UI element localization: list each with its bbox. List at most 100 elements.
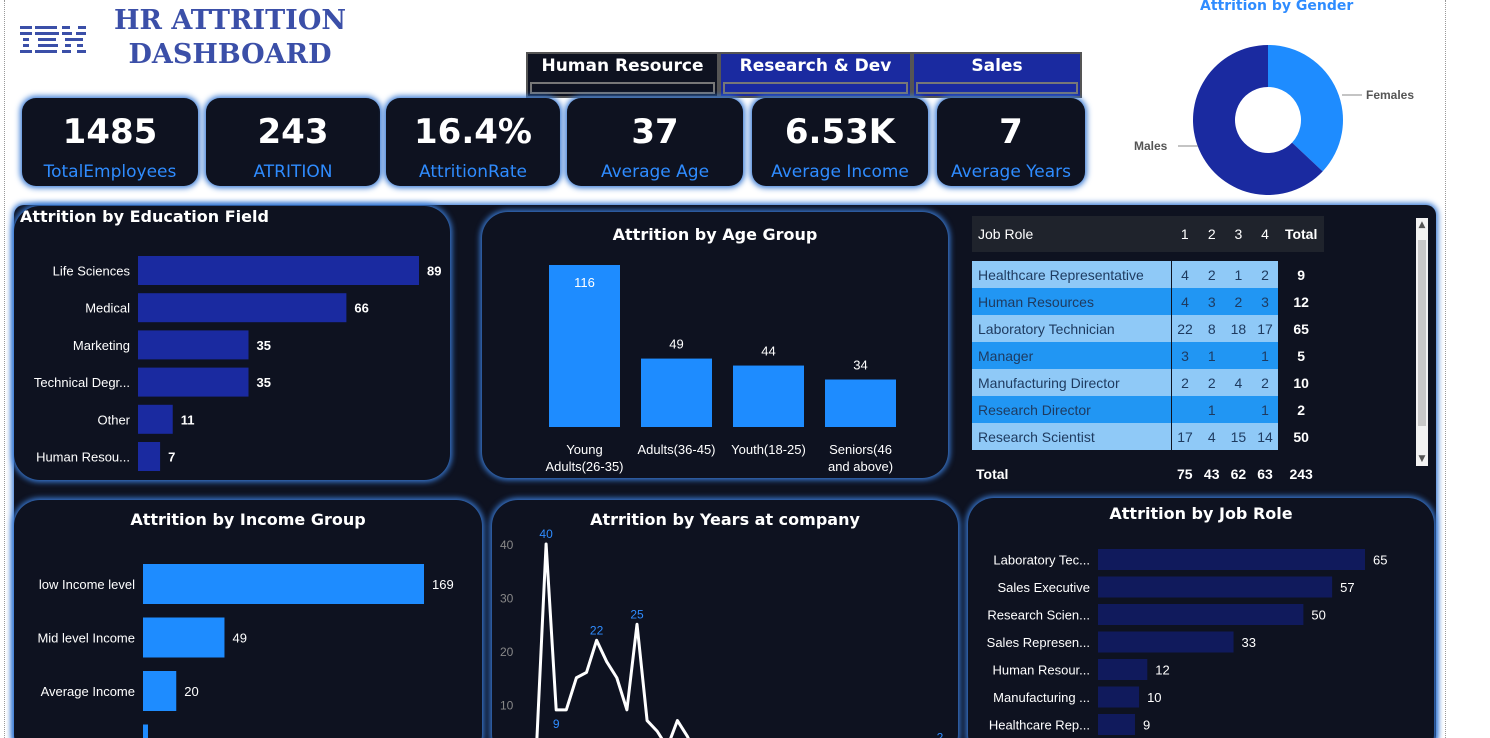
age-panel[interactable]: Attrition by Age Group 116 Young Adults(26… bbox=[482, 212, 948, 478]
years-panel[interactable]: Atrrition by Years at company 40 30 20 10 40… bbox=[492, 500, 958, 738]
matrix-cell: 17 bbox=[1171, 423, 1199, 450]
matrix-header-cell[interactable]: Total bbox=[1278, 216, 1324, 252]
matrix-table: Job Role 1 2 3 4 Total Healthcare Representat… bbox=[972, 216, 1324, 489]
data-label: 2 bbox=[937, 730, 944, 738]
matrix-cell: 1 bbox=[1198, 342, 1226, 369]
kpi-attrition[interactable]: 243 ATRITION bbox=[206, 98, 380, 186]
kpi-total-employees[interactable]: 1485 TotalEmployees bbox=[22, 98, 198, 186]
bar-category-label: Other bbox=[97, 412, 130, 427]
spacer-cell bbox=[972, 252, 1172, 261]
matrix-total-cell: 62 bbox=[1225, 459, 1252, 489]
spacer-cell bbox=[972, 450, 1172, 459]
spacer-cell bbox=[1225, 252, 1252, 261]
scroll-up-icon[interactable]: ▲ bbox=[1416, 220, 1428, 230]
matrix-scrollbar[interactable]: ▲ ▼ bbox=[1416, 218, 1428, 466]
bar-value-label: 20 bbox=[184, 684, 198, 699]
table-row[interactable]: Research Director 1 1 2 bbox=[972, 396, 1324, 423]
jobrole-bar-chart[interactable]: Laboratory Tec... 65 Sales Executive 57 Rese… bbox=[968, 498, 1434, 738]
matrix-cell: 8 bbox=[1198, 315, 1226, 342]
line-series bbox=[535, 542, 690, 738]
kpi-value: 37 bbox=[631, 112, 679, 152]
scroll-down-icon[interactable]: ▼ bbox=[1416, 454, 1428, 464]
data-label: 9 bbox=[553, 717, 560, 731]
page-title: HR ATTRITION DASHBOARD bbox=[100, 4, 360, 72]
matrix-cell: 2 bbox=[1171, 369, 1199, 396]
income-bar-chart[interactable]: low Income level 169 Mid level Income 49 Ave… bbox=[14, 500, 482, 738]
bar bbox=[1098, 549, 1365, 570]
matrix-cell: 3 bbox=[1251, 288, 1279, 315]
matrix-cell: 2 bbox=[1251, 261, 1279, 288]
page-border-right bbox=[1445, 0, 1446, 738]
matrix-cell bbox=[1225, 342, 1252, 369]
bar-value-label: 169 bbox=[432, 577, 454, 592]
kpi-average-age[interactable]: 37 Average Age bbox=[567, 98, 743, 186]
scroll-thumb[interactable] bbox=[1418, 240, 1426, 426]
kpi-average-years[interactable]: 7 Average Years bbox=[937, 98, 1085, 186]
matrix-header-cell[interactable]: 4 bbox=[1251, 216, 1279, 252]
bar-category-label: Technical Degr... bbox=[34, 375, 130, 390]
slicer-human-resource[interactable]: Human Resource bbox=[526, 52, 719, 98]
matrix-header-cell[interactable]: 3 bbox=[1225, 216, 1252, 252]
spacer-cell bbox=[1171, 450, 1199, 459]
y-tick-label: 20 bbox=[500, 645, 514, 659]
bar-category-label: Manufacturing ... bbox=[993, 690, 1090, 705]
bar bbox=[1098, 576, 1333, 598]
bar-value-label: 65 bbox=[1373, 553, 1387, 568]
table-row[interactable]: Manufacturing Director 2 2 4 2 10 bbox=[972, 369, 1324, 396]
matrix-header-cell[interactable]: Job Role bbox=[972, 216, 1172, 252]
education-bar-chart[interactable]: Life Sciences 89 Medical 66 Marketing 35 Techn… bbox=[14, 206, 450, 480]
kpi-value: 1485 bbox=[62, 112, 158, 152]
matrix-cell: 17 bbox=[1251, 315, 1279, 342]
matrix-cell: Human Resources bbox=[972, 288, 1172, 315]
table-row[interactable]: Laboratory Technician 22 8 18 17 65 bbox=[972, 315, 1324, 342]
education-panel[interactable]: Attrition by Education Field Life Scienc… bbox=[14, 206, 450, 480]
slicer-research-dev[interactable]: Research & Dev bbox=[719, 52, 912, 98]
matrix-cell: 4 bbox=[1225, 369, 1252, 396]
matrix-cell: Manager bbox=[972, 342, 1172, 369]
table-row[interactable]: Manager 3 1 1 5 bbox=[972, 342, 1324, 369]
kpi-average-income[interactable]: 6.53K Average Income bbox=[752, 98, 928, 186]
matrix-spacer-row bbox=[972, 450, 1324, 459]
bar bbox=[143, 617, 225, 658]
bar-value-label: 49 bbox=[232, 631, 246, 646]
income-panel[interactable]: Attrition by Income Group low Income lev… bbox=[14, 500, 482, 738]
matrix-total-cell: Total bbox=[972, 459, 1172, 489]
matrix-header-cell[interactable]: 2 bbox=[1198, 216, 1226, 252]
bar-value-label: 12 bbox=[1155, 663, 1169, 678]
kpi-value: 243 bbox=[257, 112, 329, 152]
table-row[interactable]: Healthcare Representative 4 2 1 2 9 bbox=[972, 261, 1324, 288]
ibm-logo bbox=[20, 26, 86, 53]
matrix-spacer-row bbox=[972, 252, 1324, 261]
matrix-header-cell[interactable]: 1 bbox=[1171, 216, 1199, 252]
gender-chart-title: Attrition by Gender bbox=[1200, 0, 1354, 14]
matrix-header-row: Job Role 1 2 3 4 Total bbox=[972, 216, 1324, 252]
matrix-cell bbox=[1171, 396, 1199, 423]
jobrole-panel[interactable]: Attrition by Job Role Laboratory Tec... 6… bbox=[968, 498, 1434, 738]
kpi-attrition-rate[interactable]: 16.4% AttritionRate bbox=[386, 98, 560, 186]
spacer-cell bbox=[1278, 252, 1324, 261]
donut-label-females: Females bbox=[1366, 88, 1414, 102]
matrix-body: Healthcare Representative 4 2 1 2 9 Human Reso… bbox=[972, 252, 1324, 489]
matrix-cell bbox=[1225, 396, 1252, 423]
bar-category-label: Healthcare Rep... bbox=[989, 718, 1090, 733]
bar-category-label: Average Income bbox=[41, 684, 135, 699]
age-bar-chart[interactable]: 116 Young Adults(26-35) 49 Adults(36-45) 44 Yo… bbox=[482, 212, 948, 478]
matrix-cell: Manufacturing Director bbox=[972, 369, 1172, 396]
data-label: 40 bbox=[539, 527, 553, 541]
slicer-indicator bbox=[723, 82, 908, 94]
bar-value-label: 66 bbox=[354, 301, 368, 316]
bar bbox=[1098, 604, 1304, 625]
bar-category-label: Sales Executive bbox=[998, 580, 1091, 595]
bar bbox=[1098, 714, 1135, 735]
slicer-label: Human Resource bbox=[541, 56, 704, 76]
spacer-cell bbox=[1171, 252, 1199, 261]
table-row[interactable]: Human Resources 4 3 2 3 12 bbox=[972, 288, 1324, 315]
years-line-chart[interactable]: 40 30 20 10 40 9 22 25 2 bbox=[492, 500, 958, 738]
job-role-matrix[interactable]: Job Role 1 2 3 4 Total Healthcare Representat… bbox=[972, 216, 1324, 489]
matrix-cell: Research Scientist bbox=[972, 423, 1172, 450]
slicer-indicator bbox=[530, 82, 715, 94]
bar-value-label: 35 bbox=[257, 338, 271, 353]
gender-donut-chart[interactable]: Females Males bbox=[1120, 20, 1440, 205]
slicer-sales[interactable]: Sales bbox=[912, 52, 1082, 98]
table-row[interactable]: Research Scientist 17 4 15 14 50 bbox=[972, 423, 1324, 450]
